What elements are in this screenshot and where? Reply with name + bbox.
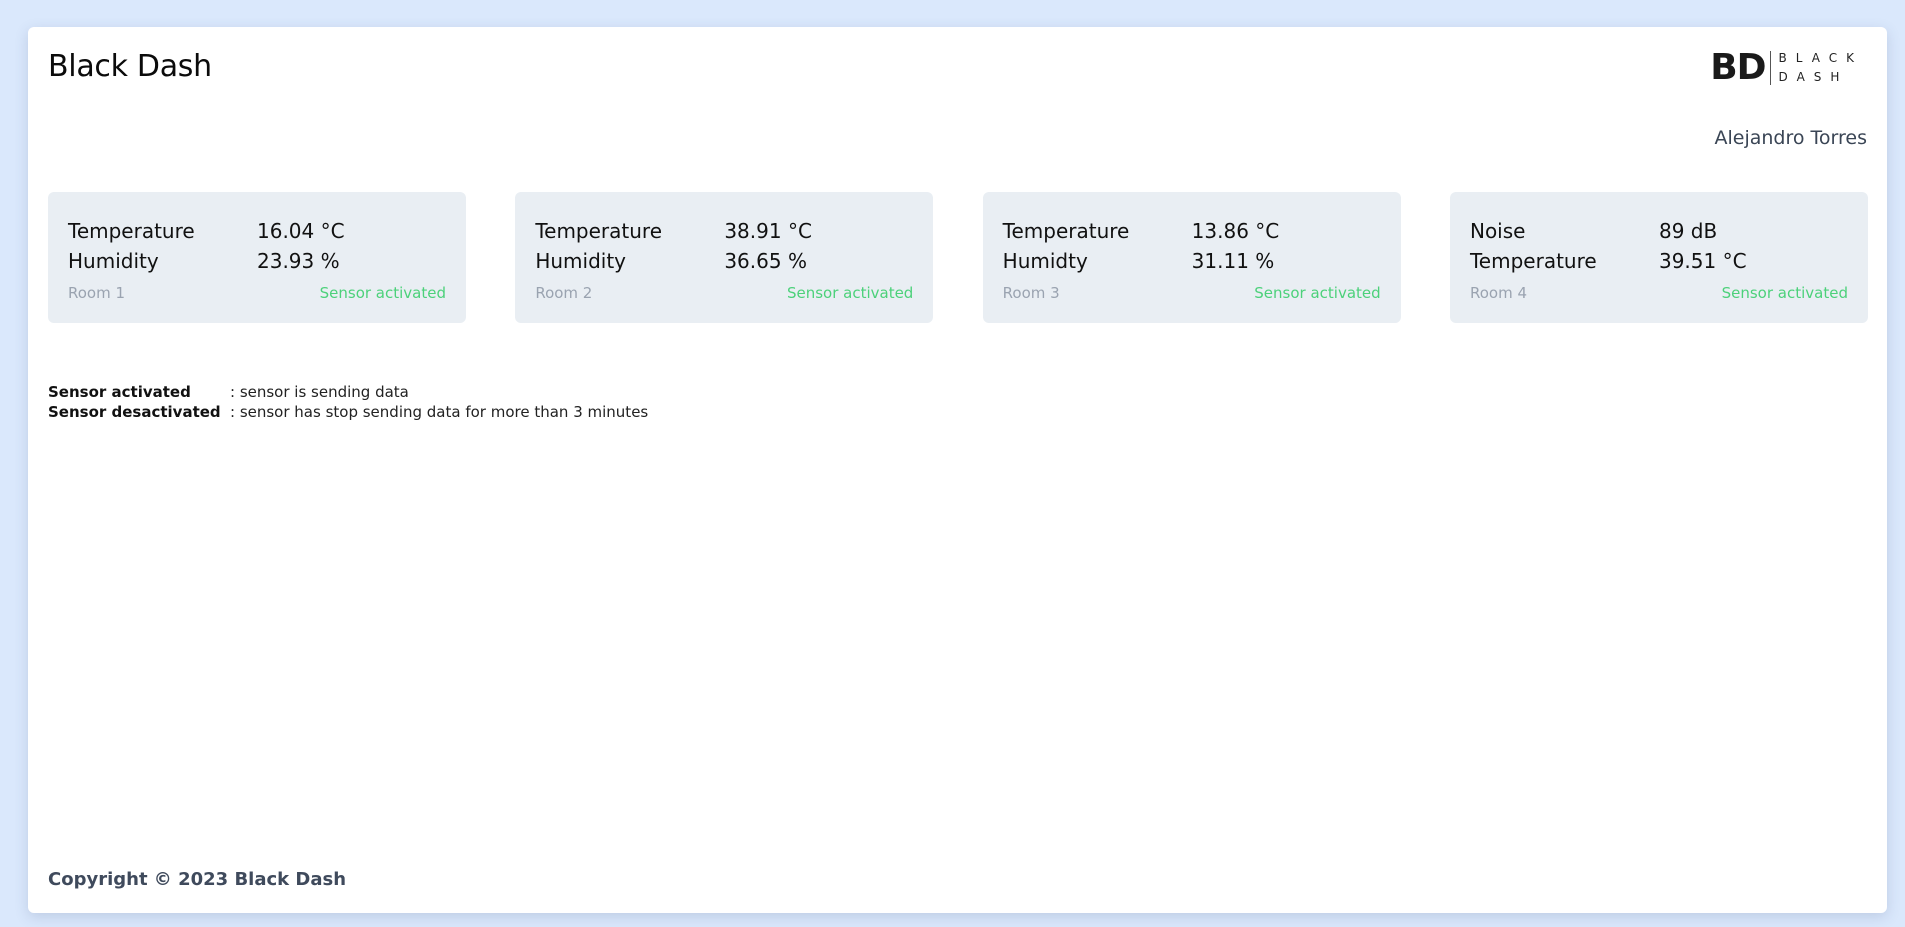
- metric-label: Temperature: [1002, 219, 1130, 243]
- metric-value: 39.51 °C: [1658, 249, 1747, 273]
- room-name: Room 1: [68, 284, 126, 302]
- metric-row: Temperature 38.91 °C: [535, 216, 913, 246]
- metric-row: Temperature 16.04 °C: [68, 216, 446, 246]
- metric-label: Humidty: [1002, 249, 1088, 273]
- legend-description: : sensor is sending data: [230, 383, 409, 401]
- sensor-card-room-2[interactable]: Temperature 38.91 °C Humidity 36.65 % Ro…: [515, 192, 934, 323]
- user-name[interactable]: Alejandro Torres: [1714, 127, 1867, 149]
- logo-mark: BD: [1710, 47, 1766, 88]
- legend-description: : sensor has stop sending data for more …: [230, 403, 649, 421]
- metric-row: Noise 89 dB: [1470, 216, 1848, 246]
- metric-value: 89 dB: [1658, 219, 1718, 243]
- brand-logo: BD BLACK DASH: [1710, 49, 1863, 87]
- metric-label: Noise: [1469, 219, 1526, 243]
- card-footer: Room 4 Sensor activated: [1470, 284, 1848, 302]
- metric-value: 23.93 %: [257, 249, 340, 273]
- sensor-status: Sensor activated: [1254, 284, 1381, 302]
- metric-label: Temperature: [1469, 249, 1597, 273]
- metric-row: Temperature 13.86 °C: [1003, 216, 1381, 246]
- sensor-card-room-3[interactable]: Temperature 13.86 °C Humidty 31.11 % Roo…: [982, 192, 1401, 323]
- room-name: Room 2: [535, 284, 593, 302]
- sensor-status: Sensor activated: [786, 284, 914, 302]
- room-name: Room 3: [1002, 284, 1060, 302]
- metric-label: Temperature: [535, 219, 663, 243]
- card-footer: Room 2 Sensor activated: [535, 284, 913, 302]
- metric-label: Temperature: [68, 219, 195, 243]
- status-legend: Sensor activated : sensor is sending dat…: [48, 382, 648, 422]
- metric-value: 38.91 °C: [724, 219, 812, 243]
- logo-divider: [1769, 51, 1771, 85]
- sensor-card-room-1[interactable]: Temperature 16.04 °C Humidity 23.93 % Ro…: [48, 192, 466, 323]
- metric-row: Temperature 39.51 °C: [1470, 246, 1848, 276]
- metric-row: Humidity 23.93 %: [68, 246, 446, 276]
- card-footer: Room 1 Sensor activated: [68, 284, 446, 302]
- sensor-card-room-4[interactable]: Noise 89 dB Temperature 39.51 °C Room 4 …: [1449, 192, 1868, 323]
- legend-row: Sensor activated : sensor is sending dat…: [48, 382, 648, 402]
- sensor-cards: Temperature 16.04 °C Humidity 23.93 % Ro…: [48, 192, 1868, 323]
- legend-term: Sensor desactivated: [48, 403, 221, 421]
- logo-wordmark: BLACK DASH: [1779, 49, 1863, 87]
- metric-label: Humidity: [535, 249, 627, 273]
- logo-line-1: BLACK: [1778, 51, 1863, 65]
- metric-value: 13.86 °C: [1191, 219, 1280, 243]
- logo-line-2: DASH: [1778, 70, 1849, 84]
- metric-label: Humidity: [68, 249, 159, 273]
- metric-value: 16.04 °C: [257, 219, 345, 243]
- legend-row: Sensor desactivated : sensor has stop se…: [48, 402, 648, 422]
- copyright-footer: Copyright © 2023 Black Dash: [48, 869, 347, 890]
- dashboard-panel: Black Dash BD BLACK DASH Alejandro Torre…: [28, 27, 1887, 913]
- legend-term: Sensor activated: [48, 383, 191, 401]
- sensor-status: Sensor activated: [319, 284, 446, 302]
- metric-value: 36.65 %: [724, 249, 807, 273]
- metric-value: 31.11 %: [1191, 249, 1275, 273]
- metric-row: Humidity 36.65 %: [535, 246, 913, 276]
- metric-row: Humidty 31.11 %: [1003, 246, 1381, 276]
- room-name: Room 4: [1469, 284, 1528, 302]
- card-footer: Room 3 Sensor activated: [1003, 284, 1381, 302]
- page-title: Black Dash: [48, 49, 212, 84]
- sensor-status: Sensor activated: [1721, 284, 1848, 302]
